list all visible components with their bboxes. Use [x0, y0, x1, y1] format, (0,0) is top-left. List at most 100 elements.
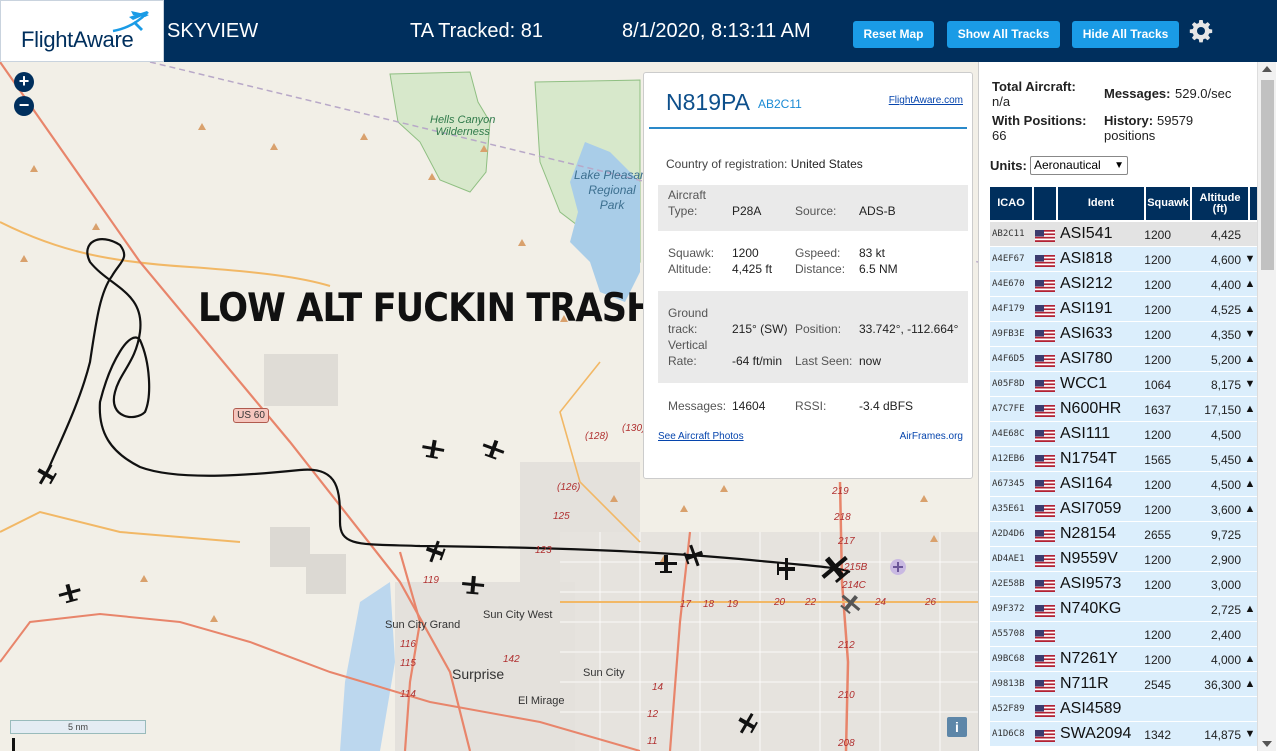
row-altitude: 2,725 [1210, 603, 1241, 617]
col-icao[interactable]: ICAO [990, 187, 1032, 220]
units-value: Aeronautical [1034, 158, 1101, 172]
row-icao: A4EF67 [992, 254, 1025, 264]
us-flag-icon [1035, 354, 1055, 367]
col-altitude[interactable]: Altitude (ft) [1192, 187, 1248, 220]
table-row[interactable]: A9FB3E ASI633 1200 4,350 ▼ [990, 322, 1258, 347]
col-squawk[interactable]: Squawk [1146, 187, 1190, 220]
col-flag[interactable] [1034, 187, 1056, 220]
vertical-label: Vertical [668, 338, 708, 352]
airframes-link[interactable]: AirFrames.org [900, 431, 963, 442]
row-altitude: 4,350 [1210, 328, 1241, 342]
row-squawk: 1200 [1144, 253, 1171, 267]
route-label: 12 [647, 709, 659, 720]
scroll-down-icon[interactable] [1262, 741, 1272, 747]
route-label: 116 [400, 639, 416, 650]
squawk-value: 1200 [732, 246, 759, 260]
highway-shield-us60: US 60 [233, 408, 269, 423]
us-flag-icon [1035, 529, 1055, 542]
row-altitude: 5,200 [1210, 353, 1241, 367]
us-flag-icon [1035, 454, 1055, 467]
hide-all-tracks-button[interactable]: Hide All Tracks [1072, 21, 1179, 48]
map-label-sun-city-grand: Sun City Grand [385, 619, 461, 631]
row-icao: A52F89 [992, 704, 1025, 714]
aircraft-band: Aircraft Type: P28A Source: ADS-B [658, 185, 968, 231]
route-label: 125 [553, 511, 570, 522]
table-row[interactable]: A4E68C ASI111 1200 4,500 [990, 422, 1258, 447]
row-icao: A9FB3E [992, 329, 1025, 339]
scroll-thumb[interactable] [1261, 80, 1274, 270]
row-icao: A12EB6 [992, 454, 1025, 464]
table-row[interactable]: A1D6C8 SWA2094 1342 14,875 ▼ [990, 722, 1258, 747]
route-label: 218 [834, 512, 851, 523]
table-row[interactable]: A4E670 ASI212 1200 4,400 ▲ [990, 272, 1258, 297]
table-row[interactable]: AD4AE1 N9559V 1200 2,900 [990, 547, 1258, 572]
distance-value: 6.5 NM [859, 262, 898, 276]
table-row[interactable]: AB2C11 ASI541 1200 4,425 [990, 222, 1258, 247]
gear-icon[interactable] [1189, 19, 1213, 43]
popup-icao: AB2C11 [758, 97, 802, 111]
country-label: Country of registration: [666, 157, 788, 171]
us-flag-icon [1035, 654, 1055, 667]
row-ident: ASI541 [1060, 225, 1113, 242]
table-row[interactable]: A67345 ASI164 1200 4,500 ▲ [990, 472, 1258, 497]
table-row[interactable]: A9813B N711R 2545 36,300 ▲ [990, 672, 1258, 697]
table-row[interactable]: A7C7FE N600HR 1637 17,150 ▲ [990, 397, 1258, 422]
rssi-value: -3.4 dBFS [859, 399, 914, 413]
tracked-count: TA Tracked: 81 [410, 20, 544, 42]
messages-value: 529.0/sec [1175, 86, 1232, 101]
with-positions-label: With Positions: [992, 113, 1087, 128]
units-select[interactable]: Aeronautical ▼ [1030, 156, 1128, 175]
us-flag-icon [1035, 679, 1055, 692]
row-ident: ASI633 [1060, 325, 1113, 342]
map-label-hells-canyon: Hells Canyon Wilderness [430, 114, 495, 138]
altitude-label: Altitude: [668, 262, 712, 276]
aircraft-photos-link[interactable]: See Aircraft Photos [658, 431, 744, 442]
row-ident: N711R [1060, 675, 1109, 692]
table-row[interactable]: A9F372 N740KG 2,725 ▲ [990, 597, 1258, 622]
row-squawk: 1200 [1144, 303, 1171, 317]
messages-value: 14604 [732, 399, 766, 413]
row-altitude: 2,400 [1210, 628, 1241, 642]
table-row[interactable]: A4EF67 ASI818 1200 4,600 ▼ [990, 247, 1258, 272]
sidebar-scrollbar[interactable] [1257, 62, 1276, 751]
datetime: 8/1/2020, 8:13:11 AM [622, 20, 811, 42]
row-icao: A9BC68 [992, 654, 1025, 664]
table-row[interactable]: A05F8D WCC1 1064 8,175 ▼ [990, 372, 1258, 397]
info-button[interactable]: i [947, 717, 967, 737]
table-row[interactable]: A4F179 ASI191 1200 4,525 ▲ [990, 297, 1258, 322]
us-flag-icon [1035, 629, 1055, 642]
row-altitude: 4,000 [1210, 653, 1241, 667]
us-flag-icon [1035, 304, 1055, 317]
table-row[interactable]: A2E58B ASI9573 1200 3,000 [990, 572, 1258, 597]
gspeed-value: 83 kt [859, 246, 886, 260]
table-row[interactable]: A55708 1200 2,400 [990, 622, 1258, 647]
label-line: Wilderness [435, 126, 490, 138]
table-row[interactable]: A4F6D5 ASI780 1200 5,200 ▲ [990, 347, 1258, 372]
country-value: United States [790, 157, 863, 171]
altitude-trend-icon: ▲ [1244, 403, 1256, 415]
table-row[interactable]: A9BC68 N7261Y 1200 4,000 ▲ [990, 647, 1258, 672]
reset-map-button[interactable]: Reset Map [853, 21, 934, 48]
zoom-in-button[interactable]: + [14, 72, 34, 92]
history-label: History: [1104, 113, 1154, 128]
lastseen-label: Last Seen: [795, 354, 853, 368]
row-altitude: 3,000 [1210, 578, 1241, 592]
route-label: 208 [838, 738, 855, 749]
route-label: 17 [680, 599, 692, 610]
flightaware-link[interactable]: FlightAware.com [889, 95, 963, 106]
zoom-out-button[interactable]: − [14, 96, 34, 116]
table-row[interactable]: A12EB6 N1754T 1565 5,450 ▲ [990, 447, 1258, 472]
route-label: 214C [842, 580, 866, 591]
table-row[interactable]: A2D4D6 N28154 2655 9,725 [990, 522, 1258, 547]
flightaware-logo[interactable]: FlightAware [0, 0, 164, 62]
route-label: 14 [652, 682, 664, 693]
route-label: 123 [535, 545, 552, 556]
scroll-up-icon[interactable] [1262, 66, 1272, 72]
table-row[interactable]: A35E61 ASI7059 1200 3,600 ▲ [990, 497, 1258, 522]
label-line: Regional [588, 183, 636, 197]
show-all-tracks-button[interactable]: Show All Tracks [947, 21, 1060, 48]
col-ident[interactable]: Ident [1058, 187, 1144, 220]
table-row[interactable]: A52F89 ASI4589 [990, 697, 1258, 722]
row-ident: N740KG [1060, 600, 1122, 617]
route-label: 119 [423, 575, 439, 586]
